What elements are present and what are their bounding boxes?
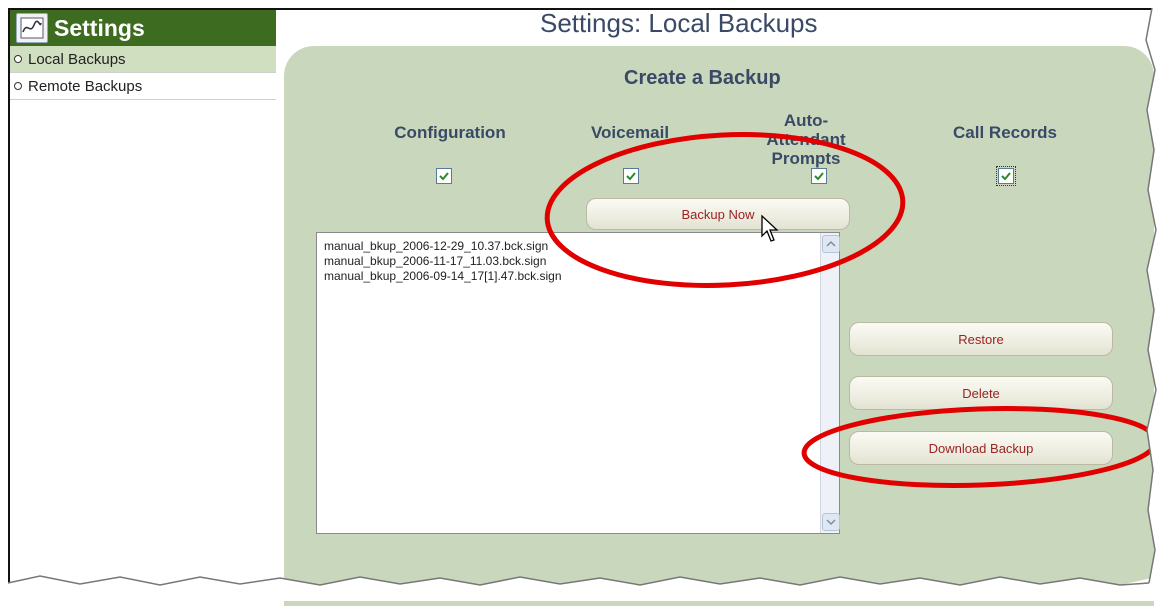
list-item[interactable]: manual_bkup_2006-12-29_10.37.bck.sign [324, 239, 832, 254]
checkmark-icon [1001, 172, 1011, 181]
mouse-pointer-icon [761, 214, 779, 242]
list-item[interactable]: manual_bkup_2006-11-17_11.03.bck.sign [324, 254, 832, 269]
restore-button[interactable]: Restore [849, 322, 1113, 356]
delete-button[interactable]: Delete [849, 376, 1113, 410]
sidebar-item-label: Remote Backups [28, 77, 143, 95]
option-label-call-records: Call Records [953, 123, 1057, 142]
option-label-voicemail: Voicemail [590, 123, 670, 142]
sidebar-header: Settings [10, 10, 276, 46]
list-scrollbar[interactable] [820, 233, 840, 533]
sidebar-item-remote-backups[interactable]: Remote Backups [10, 73, 276, 100]
create-backup-title: Create a Backup [624, 67, 781, 89]
backup-now-button[interactable]: Backup Now [586, 198, 850, 230]
settings-logo-icon [16, 13, 48, 43]
arrow-up-icon[interactable] [822, 235, 840, 253]
checkmark-icon [439, 172, 449, 181]
checkbox-voicemail[interactable] [623, 168, 639, 184]
checkbox-call-records[interactable] [996, 166, 1016, 186]
checkbox-auto-attendant[interactable] [811, 168, 827, 184]
bullet-icon [14, 82, 22, 90]
checkmark-icon [626, 172, 636, 181]
option-label-configuration: Configuration [394, 123, 506, 142]
checkbox-configuration[interactable] [436, 168, 452, 184]
sidebar-item-label: Local Backups [28, 50, 126, 68]
download-backup-button[interactable]: Download Backup [849, 431, 1113, 465]
backup-file-list[interactable]: manual_bkup_2006-12-29_10.37.bck.sign ma… [316, 232, 840, 534]
sidebar: Settings Local Backups Remote Backups [10, 10, 276, 585]
checkmark-icon [814, 172, 824, 181]
bullet-icon [14, 55, 22, 63]
option-label-auto-attendant: Auto-Attendant Prompts [766, 111, 846, 168]
list-item[interactable]: manual_bkup_2006-09-14_17[1].47.bck.sign [324, 269, 832, 284]
page-title: Settings: Local Backups [540, 8, 818, 38]
sidebar-item-local-backups[interactable]: Local Backups [10, 46, 276, 73]
arrow-down-icon[interactable] [822, 513, 840, 531]
sidebar-title: Settings [54, 14, 145, 41]
